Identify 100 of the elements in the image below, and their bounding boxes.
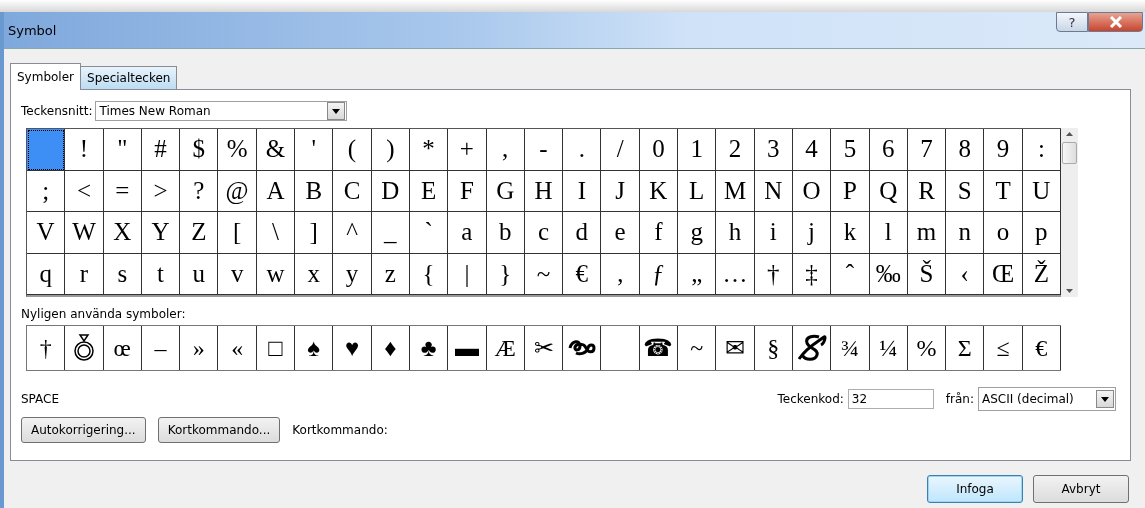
symbol-cell[interactable]: ▬ <box>448 326 487 370</box>
symbol-cell[interactable]: Q <box>869 170 908 212</box>
symbol-cell[interactable]: b <box>486 212 525 254</box>
symbol-cell[interactable]: ' <box>295 129 334 171</box>
symbol-cell[interactable]: * <box>409 129 449 171</box>
symbol-cell[interactable]: ✉ <box>716 326 755 370</box>
symbol-cell[interactable]: " <box>103 129 142 171</box>
font-dropdown[interactable]: Times New Roman <box>95 101 348 121</box>
symbol-cell[interactable]: ~ <box>524 253 564 295</box>
symbol-cell[interactable]: ˆ <box>831 253 870 295</box>
symbol-cell[interactable]: v <box>218 253 257 295</box>
symbol-cell[interactable]: h <box>716 212 755 254</box>
symbol-cell[interactable]: ♠ <box>295 326 334 370</box>
tab[interactable]: Specialtecken <box>80 66 178 89</box>
symbol-cell[interactable]: f <box>639 212 679 254</box>
panel-button[interactable]: Autokorrigering... <box>21 417 146 443</box>
symbol-cell[interactable]: N <box>754 170 793 212</box>
symbol-cell[interactable]: G <box>486 170 525 212</box>
symbol-cell[interactable]: z <box>371 253 410 295</box>
symbol-cell[interactable]: a <box>448 212 487 254</box>
symbol-cell[interactable]: % <box>218 129 257 171</box>
symbol-cell[interactable]: V <box>27 212 66 254</box>
symbol-cell[interactable]: ☎ <box>639 326 679 370</box>
symbol-cell[interactable]: ♥ <box>333 326 372 370</box>
symbol-cell[interactable]: H <box>524 170 564 212</box>
symbol-cell[interactable]: « <box>218 326 257 370</box>
help-button[interactable]: ? <box>1056 12 1088 32</box>
symbol-cell[interactable]: 3 <box>754 129 793 171</box>
symbol-cell[interactable]: L <box>678 170 717 212</box>
symbol-cell[interactable]: x <box>295 253 334 295</box>
symbol-cell[interactable]: ; <box>27 170 66 212</box>
swirl-s-icon[interactable] <box>796 333 827 363</box>
symbol-cell[interactable]: s <box>103 253 142 295</box>
symbol-cell[interactable]: $ <box>180 129 219 171</box>
symbol-cell[interactable]: 2 <box>716 129 755 171</box>
symbol-cell[interactable]: { <box>409 253 449 295</box>
symbol-cell[interactable]: q <box>27 253 66 295</box>
symbol-cell[interactable]: † <box>754 253 793 295</box>
symbol-cell[interactable]: g <box>678 212 717 254</box>
symbol-cell[interactable]: » <box>180 326 219 370</box>
tab[interactable]: Symboler <box>10 63 82 90</box>
symbol-cell[interactable]: D <box>371 170 410 212</box>
symbol-cell[interactable]: O <box>792 170 832 212</box>
from-dropdown[interactable]: ASCII (decimal) <box>978 387 1116 411</box>
symbol-cell[interactable]: i <box>754 212 793 254</box>
symbol-cell[interactable]: ♦ <box>371 326 410 370</box>
symbol-cell[interactable]: , <box>486 129 525 171</box>
symbol-cell[interactable]: Š <box>907 253 947 295</box>
symbol-cell[interactable]: + <box>448 129 487 171</box>
symbol-cell[interactable]: } <box>486 253 525 295</box>
symbol-cell[interactable]: ( <box>333 129 372 171</box>
symbol-cell[interactable]: e <box>601 212 640 254</box>
symbol-cell[interactable]: \ <box>256 212 296 254</box>
symbol-cell[interactable]: ¾ <box>831 326 870 370</box>
symbol-cell[interactable]: & <box>256 129 296 171</box>
symbol-cell[interactable]: ƒ <box>639 253 679 295</box>
scrollbar-thumb[interactable] <box>1062 142 1077 164</box>
symbol-cell[interactable]: S <box>946 170 985 212</box>
symbol-cell[interactable]: . <box>563 129 602 171</box>
ring-icon[interactable] <box>72 333 95 363</box>
char-code-field[interactable]: 32 <box>847 389 934 409</box>
symbol-cell[interactable]: K <box>639 170 679 212</box>
symbol-cell[interactable]: o <box>984 212 1023 254</box>
symbol-cell[interactable]: ) <box>371 129 410 171</box>
symbol-cell[interactable]: 8 <box>946 129 985 171</box>
symbol-cell[interactable]: „ <box>678 253 717 295</box>
symbol-cell[interactable]: € <box>1022 326 1061 370</box>
symbol-cell[interactable]: ^ <box>333 212 372 254</box>
close-button[interactable] <box>1088 12 1143 32</box>
symbol-cell[interactable]: 5 <box>831 129 870 171</box>
symbol-cell[interactable]: 7 <box>907 129 947 171</box>
symbol-cell[interactable]: Z <box>180 212 219 254</box>
symbol-cell[interactable]: œ <box>103 326 142 370</box>
symbol-cell[interactable]: B <box>295 170 334 212</box>
symbol-cell[interactable]: E <box>409 170 449 212</box>
symbol-cell[interactable]: 4 <box>792 129 832 171</box>
symbol-cell[interactable]: % <box>907 326 947 370</box>
symbol-cell[interactable]: – <box>141 326 181 370</box>
symbol-cell[interactable]: < <box>65 170 104 212</box>
symbol-cell[interactable]: ~ <box>678 326 717 370</box>
symbol-cell[interactable]: l <box>869 212 908 254</box>
symbol-cell[interactable]: P <box>831 170 870 212</box>
symbol-cell[interactable]: ‹ <box>946 253 985 295</box>
symbol-cell[interactable]: X <box>103 212 142 254</box>
symbol-cell[interactable]: d <box>563 212 602 254</box>
symbol-cell[interactable]: § <box>754 326 793 370</box>
symbol-cell[interactable]: ` <box>409 212 449 254</box>
symbol-cell[interactable]: Σ <box>946 326 985 370</box>
symbol-cell[interactable]: ≤ <box>984 326 1023 370</box>
dialog-button[interactable]: Avbryt <box>1033 475 1129 503</box>
dialog-button[interactable]: Infoga <box>927 475 1023 503</box>
symbol-cell[interactable]: ! <box>65 129 104 171</box>
symbol-cell[interactable]: n <box>946 212 985 254</box>
symbol-cell[interactable]: 6 <box>869 129 908 171</box>
symbol-cell[interactable]: r <box>65 253 104 295</box>
symbol-cell[interactable]: ‰ <box>869 253 908 295</box>
symbol-cell[interactable]: M <box>716 170 755 212</box>
swirl-icon[interactable] <box>567 339 596 357</box>
symbol-cell[interactable]: A <box>256 170 296 212</box>
symbol-cell[interactable]: ‡ <box>792 253 832 295</box>
